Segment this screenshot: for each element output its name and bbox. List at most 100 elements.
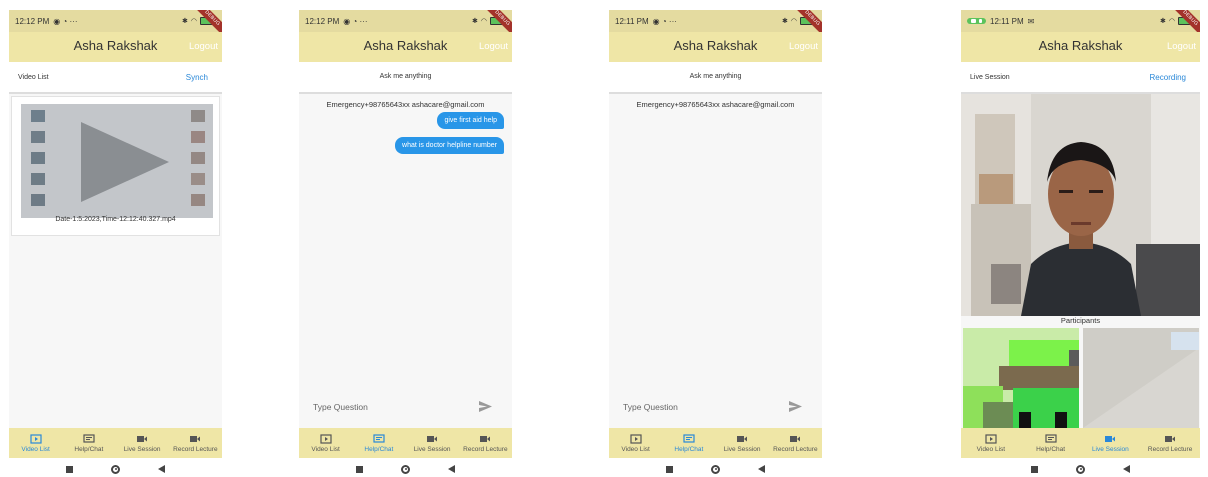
- back-button[interactable]: [758, 465, 765, 473]
- recents-button[interactable]: [666, 465, 673, 473]
- back-button[interactable]: [158, 465, 165, 473]
- phone-help-chat-empty: 12:11 PM ◉ ◔ ··· ✱ ◠ DEBUG Asha Rakshak …: [609, 10, 822, 474]
- app-bar: Asha Rakshak Logout: [609, 32, 822, 62]
- participant-video: [1083, 328, 1199, 428]
- back-button[interactable]: [448, 465, 455, 473]
- bluetooth-icon: ✱: [472, 18, 478, 25]
- video-library-icon: [630, 434, 642, 444]
- video-caption: Date-1:5:2023,Time-12:12:40.327.mp4: [55, 216, 176, 223]
- system-nav: [9, 461, 222, 477]
- page-title: Ask me anything: [689, 73, 742, 80]
- logout-button[interactable]: Logout: [479, 41, 508, 52]
- nav-record-lecture[interactable]: Record Lecture: [769, 428, 822, 458]
- status-bar: 12:11 PM ◉ ◔ ··· ✱ ◠ DEBUG: [609, 10, 822, 39]
- participants-label: Participants: [1060, 316, 1101, 325]
- film-hole: [191, 152, 205, 164]
- status-bar: 12:11 PM ✉ ✱ ◠ DEBUG: [961, 10, 1200, 39]
- recents-button[interactable]: [1031, 465, 1038, 473]
- emergency-contact: Emergency+98765643xx ashacare@gmail.com: [636, 100, 795, 109]
- bottom-nav: Video List Help/Chat Live Session Record…: [609, 428, 822, 458]
- nav-label: Help/Chat: [1036, 446, 1066, 453]
- nav-video-list[interactable]: Video List: [9, 428, 62, 458]
- film-hole: [31, 110, 45, 122]
- video-library-icon: [30, 434, 42, 444]
- videocam-icon: [1105, 436, 1116, 442]
- nav-video-list[interactable]: Video List: [299, 428, 352, 458]
- chat-icon: [1045, 434, 1057, 443]
- send-icon[interactable]: [479, 401, 492, 412]
- nav-help-chat[interactable]: Help/Chat: [1021, 428, 1081, 458]
- chat-message: give first aid help: [437, 112, 504, 129]
- recents-button[interactable]: [66, 465, 73, 473]
- film-hole: [191, 173, 205, 185]
- question-input[interactable]: Type Question: [313, 402, 368, 412]
- nav-label: Video List: [621, 446, 650, 453]
- bottom-nav: Video List Help/Chat Live Session Record…: [9, 428, 222, 458]
- recents-button[interactable]: [356, 465, 363, 473]
- status-time: 12:11 PM: [990, 16, 1024, 26]
- phone-help-chat: 12:12 PM ◉ ◔ ··· ✱ ◠ DEBUG Asha Rakshak …: [299, 10, 512, 474]
- videocam-icon: [137, 436, 148, 442]
- status-bar: 12:12 PM ◉ ◔ ··· ✱ ◠ DEBUG: [9, 10, 222, 39]
- nav-live-session[interactable]: Live Session: [1081, 428, 1141, 458]
- main-video-feed: [961, 94, 1200, 316]
- wifi-icon: ◠: [190, 18, 197, 25]
- film-holes-left: [31, 110, 45, 206]
- app-title: Asha Rakshak: [1038, 38, 1123, 53]
- film-holes-right: [191, 110, 205, 206]
- send-icon[interactable]: [789, 401, 802, 412]
- system-nav: [961, 461, 1200, 477]
- home-button[interactable]: [711, 464, 720, 474]
- emergency-contact: Emergency+98765643xx ashacare@gmail.com: [326, 100, 485, 109]
- nav-video-list[interactable]: Video List: [609, 428, 662, 458]
- synch-button[interactable]: Synch: [186, 73, 208, 82]
- home-button[interactable]: [1076, 464, 1085, 474]
- screen: 12:12 PM ◉ ◔ ··· ✱ ◠ DEBUG Asha Rakshak …: [299, 10, 512, 458]
- nav-live-session[interactable]: Live Session: [716, 428, 769, 458]
- nav-record-lecture[interactable]: Record Lecture: [459, 428, 512, 458]
- nav-video-list[interactable]: Video List: [961, 428, 1021, 458]
- nav-label: Live Session: [413, 446, 451, 453]
- page-title: Video List: [18, 74, 49, 81]
- question-input[interactable]: Type Question: [623, 402, 678, 412]
- nav-label: Live Session: [723, 446, 761, 453]
- phone-live-session: 12:11 PM ✉ ✱ ◠ DEBUG Asha Rakshak Logout…: [961, 10, 1200, 474]
- status-time: 12:12 PM: [15, 16, 50, 26]
- sub-header: Ask me anything: [609, 62, 822, 92]
- nav-record-lecture[interactable]: Record Lecture: [1140, 428, 1200, 458]
- videocam-icon: [737, 436, 748, 442]
- system-nav: [299, 461, 512, 477]
- logout-button[interactable]: Logout: [1167, 41, 1196, 52]
- nav-label: Help/Chat: [674, 446, 704, 453]
- app-bar: Asha Rakshak Logout: [9, 32, 222, 62]
- nav-live-session[interactable]: Live Session: [116, 428, 169, 458]
- back-button[interactable]: [1123, 465, 1130, 473]
- logout-button[interactable]: Logout: [789, 41, 818, 52]
- app-bar: Asha Rakshak Logout: [299, 32, 512, 62]
- nav-record-lecture[interactable]: Record Lecture: [169, 428, 222, 458]
- nav-label: Record Lecture: [773, 446, 818, 453]
- wifi-icon: ◠: [790, 18, 797, 25]
- video-camera-back-icon: [1165, 436, 1176, 442]
- nav-help-chat[interactable]: Help/Chat: [352, 428, 405, 458]
- nav-live-session[interactable]: Live Session: [406, 428, 459, 458]
- video-card[interactable]: Date-1:5:2023,Time-12:12:40.327.mp4: [11, 96, 220, 236]
- logout-button[interactable]: Logout: [189, 41, 218, 52]
- home-button[interactable]: [111, 464, 120, 474]
- wifi-icon: ◠: [1168, 18, 1175, 25]
- nav-help-chat[interactable]: Help/Chat: [662, 428, 715, 458]
- home-button[interactable]: [401, 464, 410, 474]
- film-hole: [191, 131, 205, 143]
- participant-tile[interactable]: [1083, 328, 1199, 428]
- nav-label: Video List: [976, 446, 1006, 453]
- bluetooth-icon: ✱: [1160, 18, 1166, 25]
- video-camera-back-icon: [190, 436, 201, 442]
- wifi-icon: ◠: [480, 18, 487, 25]
- nav-label: Video List: [21, 446, 50, 453]
- recording-button[interactable]: Recording: [1150, 73, 1186, 82]
- nav-help-chat[interactable]: Help/Chat: [62, 428, 115, 458]
- participant-tile[interactable]: [963, 328, 1079, 428]
- sub-header: Ask me anything: [299, 62, 512, 92]
- video-thumbnail[interactable]: [21, 104, 213, 218]
- camera-feed-image: [961, 94, 1200, 316]
